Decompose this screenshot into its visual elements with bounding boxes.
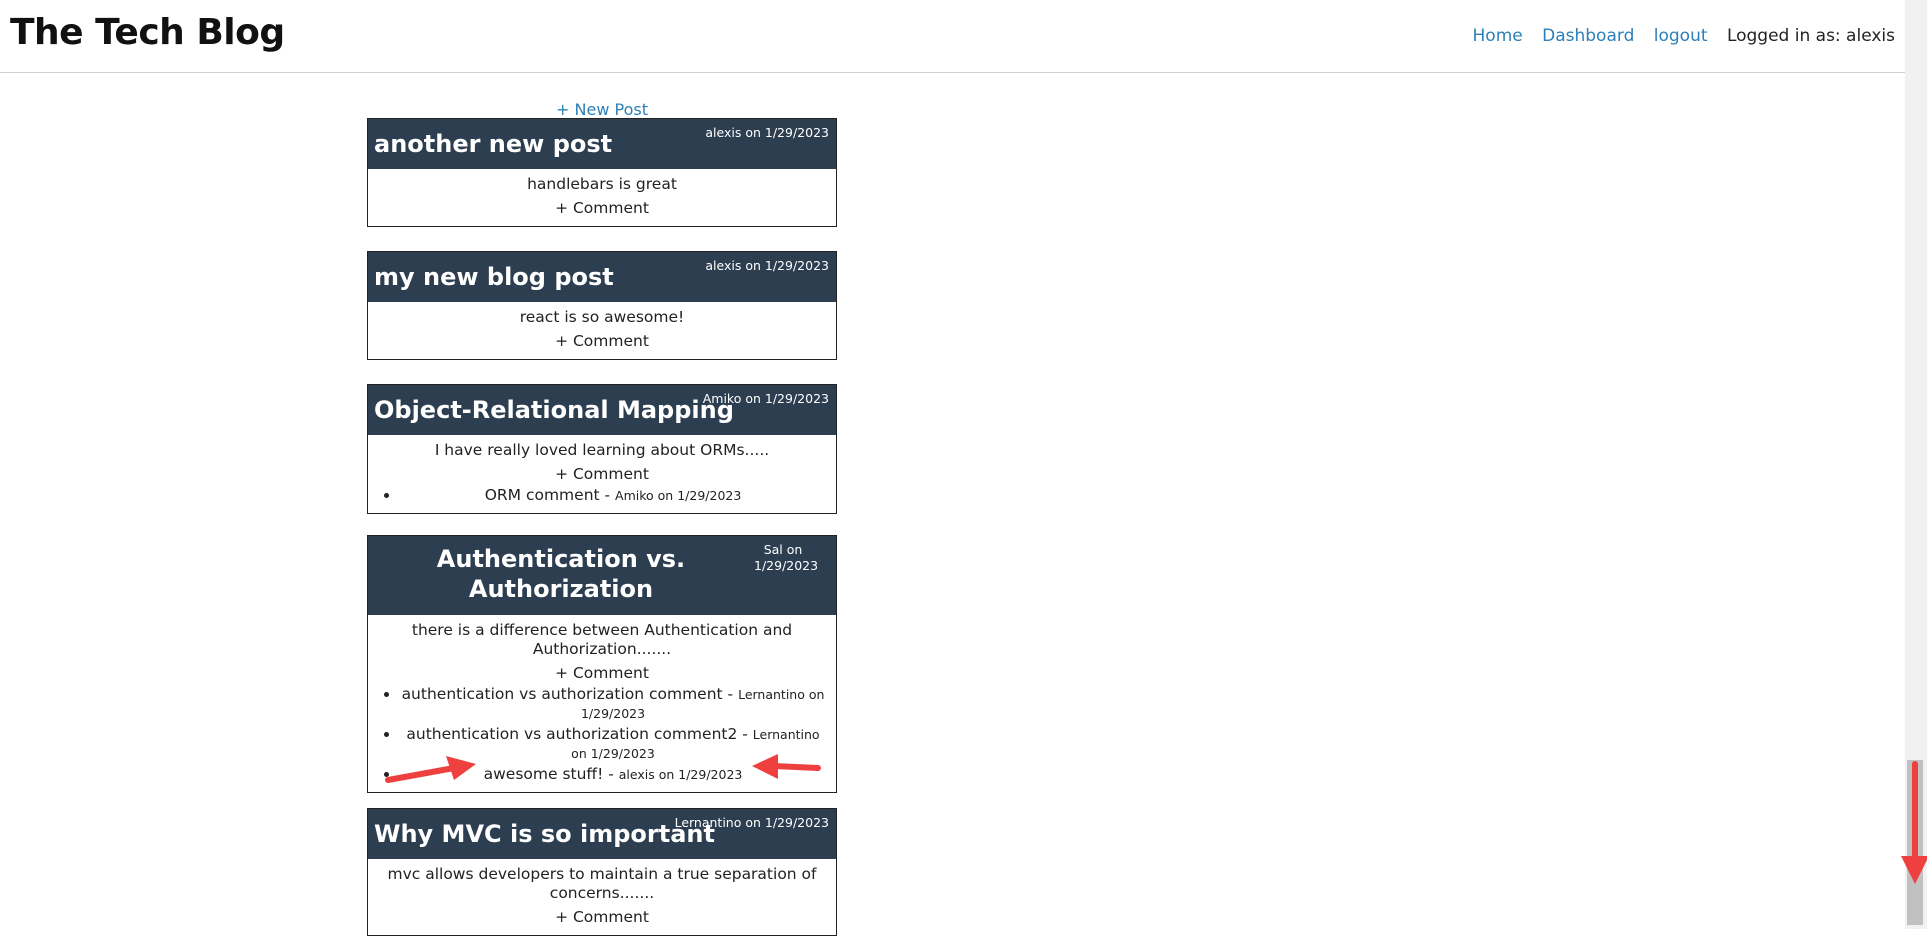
post-meta: Sal on 1/29/2023 <box>754 542 819 573</box>
post-content: react is so awesome! <box>519 308 685 326</box>
new-post-link[interactable]: + New Post <box>367 100 837 119</box>
post-meta: alexis on 1/29/2023 <box>705 125 829 140</box>
add-comment-link[interactable]: + Comment <box>378 198 826 218</box>
post-meta: Amiko on 1/29/2023 <box>702 391 829 406</box>
comment-meta: alexis on 1/29/2023 <box>618 767 743 782</box>
add-comment-link[interactable]: + Comment <box>378 331 826 351</box>
post-meta: Lernantino on 1/29/2023 <box>674 815 829 830</box>
logged-in-status: Logged in as: alexis <box>1726 26 1895 46</box>
add-comment-link[interactable]: + Comment <box>378 663 826 683</box>
comment-text: authentication vs authorization comment … <box>401 685 739 703</box>
site-title: The Tech Blog <box>10 12 285 53</box>
add-comment-link[interactable]: + Comment <box>378 907 826 927</box>
comment-text: ORM comment - <box>484 486 616 504</box>
post-title: Authentication vs. Authorization <box>436 545 686 603</box>
add-comment-link[interactable]: + Comment <box>378 464 826 484</box>
left-arrow-icon <box>752 754 821 779</box>
nav-home-link[interactable]: Home <box>1473 26 1523 46</box>
post-card: my new blog post alexis on 1/29/2023 rea… <box>367 251 837 360</box>
comment-item: authentication vs authorization comment … <box>400 685 826 723</box>
comment-text: authentication vs authorization comment2… <box>406 725 753 743</box>
down-arrow-icon <box>1901 761 1927 884</box>
comment-list: ORM comment - Amiko on 1/29/2023 <box>378 486 826 505</box>
post-content: I have really loved learning about ORMs.… <box>434 441 770 459</box>
post-content: handlebars is great <box>527 175 677 193</box>
post-header[interactable]: Object-Relational Mapping Amiko on 1/29/… <box>368 385 836 435</box>
post-body: handlebars is great + Comment <box>368 169 836 226</box>
post-body: react is so awesome! + Comment <box>368 302 836 359</box>
post-card: another new post alexis on 1/29/2023 han… <box>367 118 837 227</box>
post-header[interactable]: Authentication vs. Authorization Sal on … <box>368 536 836 615</box>
site-header: The Tech Blog Home Dashboard logout Logg… <box>0 0 1905 73</box>
post-body: I have really loved learning about ORMs.… <box>368 435 836 513</box>
comment-meta: Amiko on 1/29/2023 <box>615 488 742 503</box>
nav-dashboard-link[interactable]: Dashboard <box>1542 26 1634 46</box>
post-content: mvc allows developers to maintain a true… <box>387 865 817 902</box>
right-arrow-icon <box>385 756 476 783</box>
post-content: there is a difference between Authentica… <box>411 621 793 658</box>
post-body: mvc allows developers to maintain a true… <box>368 859 836 935</box>
comment-item: ORM comment - Amiko on 1/29/2023 <box>400 486 826 505</box>
nav-logout-link[interactable]: logout <box>1654 26 1708 46</box>
comment-text: awesome stuff! - <box>483 765 619 783</box>
post-card: Object-Relational Mapping Amiko on 1/29/… <box>367 384 837 514</box>
post-card: Why MVC is so important Lernantino on 1/… <box>367 808 837 936</box>
nav-bar: Home Dashboard logout Logged in as: alex… <box>1459 26 1895 46</box>
post-header[interactable]: Why MVC is so important Lernantino on 1/… <box>368 809 836 859</box>
post-header[interactable]: my new blog post alexis on 1/29/2023 <box>368 252 836 302</box>
post-header[interactable]: another new post alexis on 1/29/2023 <box>368 119 836 169</box>
post-meta: alexis on 1/29/2023 <box>705 258 829 273</box>
